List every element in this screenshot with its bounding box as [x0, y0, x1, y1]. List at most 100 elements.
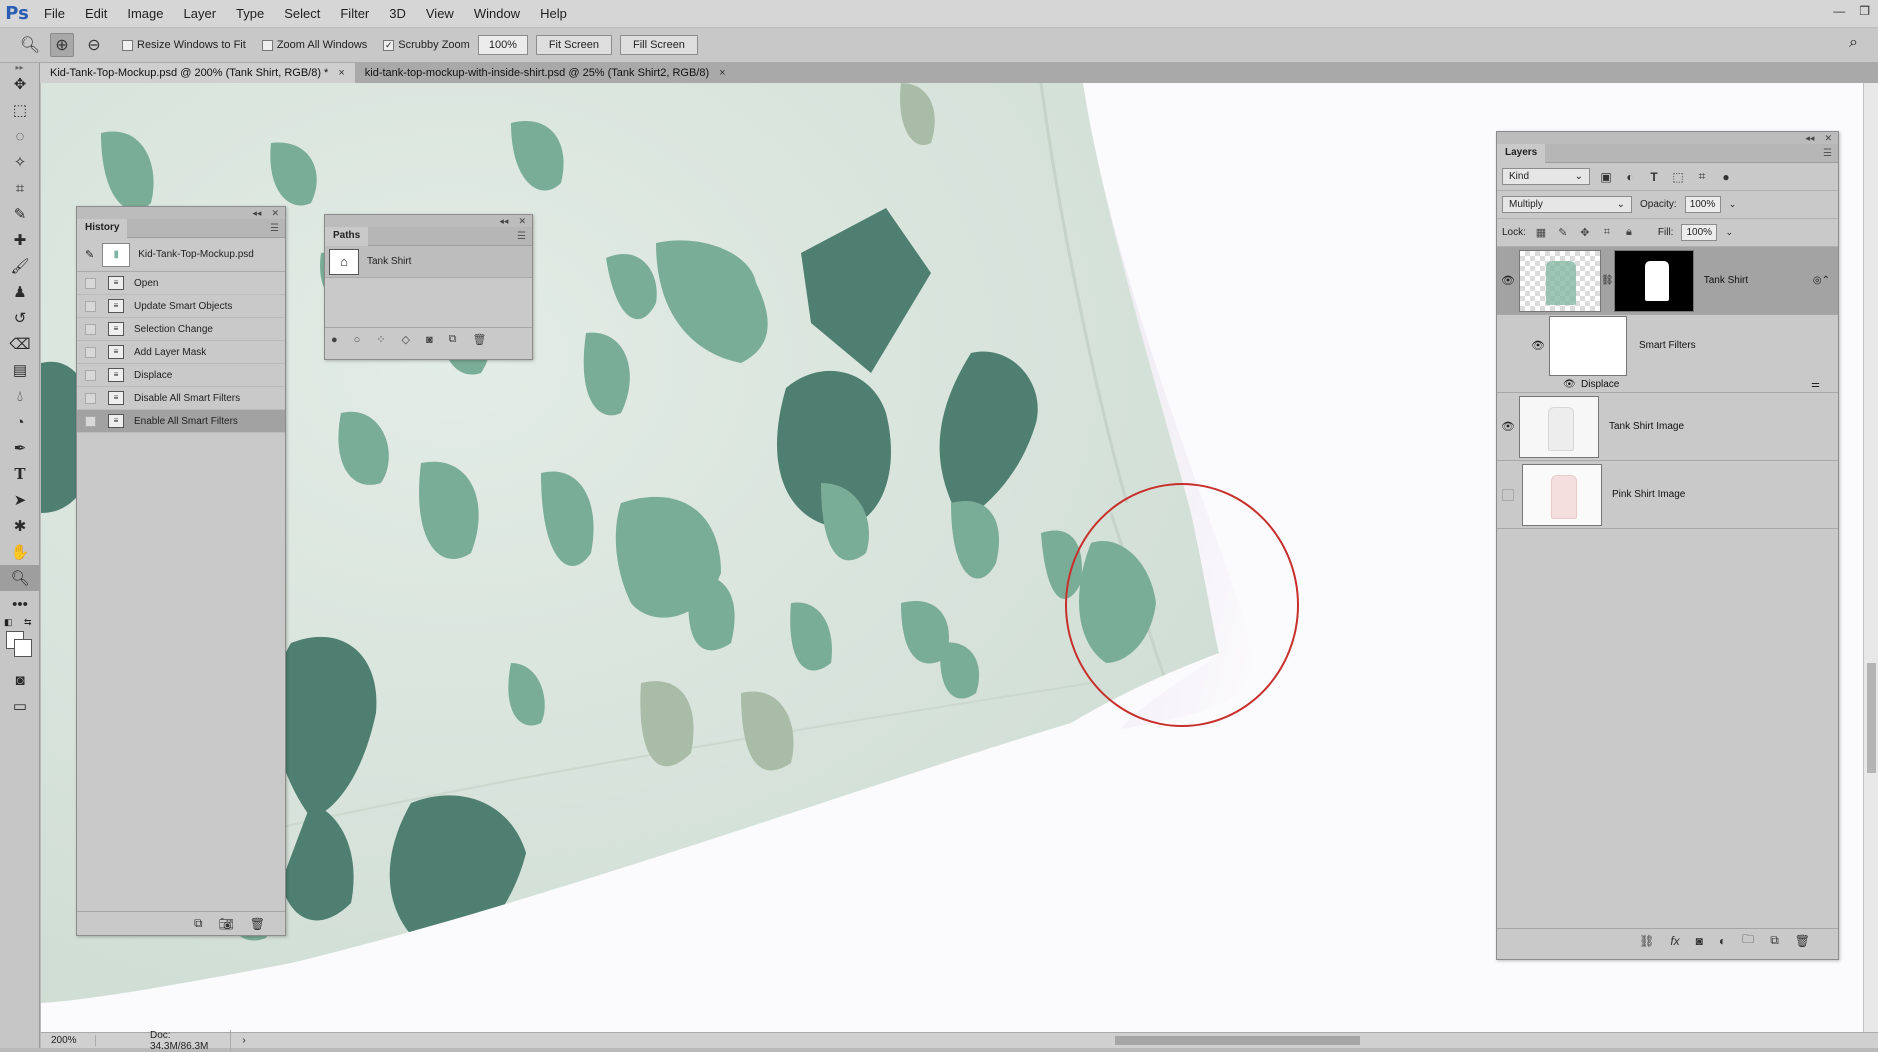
- load-path-as-selection-icon[interactable]: ⁘: [376, 333, 385, 346]
- zoom-percent-field[interactable]: 100%: [477, 35, 528, 55]
- new-path-icon[interactable]: ⧉: [449, 333, 457, 346]
- history-source-checkbox[interactable]: [85, 415, 96, 427]
- chevron-down-icon[interactable]: ⌄: [1725, 227, 1733, 238]
- move-tool-icon[interactable]: ✥: [0, 71, 40, 97]
- layer-smart-filters[interactable]: 👁︎ Smart Filters 👁︎ Displace ⚌: [1497, 315, 1838, 393]
- adjustment-filter-icon[interactable]: ◐: [1622, 170, 1638, 184]
- type-filter-icon[interactable]: T: [1646, 170, 1662, 184]
- close-icon[interactable]: ×: [338, 67, 344, 79]
- zoom-tool-icon[interactable]: 🔍︎: [0, 565, 40, 591]
- fill-field[interactable]: 100%: [1681, 224, 1718, 241]
- lock-image-pixels-icon[interactable]: ✎: [1556, 226, 1570, 239]
- history-source-checkbox[interactable]: [85, 323, 96, 335]
- close-icon[interactable]: ×: [719, 67, 725, 79]
- add-layer-mask-icon[interactable]: ◙: [1696, 934, 1703, 948]
- history-source-checkbox[interactable]: [85, 369, 96, 381]
- tab-kid-tank-top-mockup-inside-shirt[interactable]: kid-tank-top-mockup-with-inside-shirt.ps…: [355, 63, 736, 83]
- menu-filter[interactable]: Filter: [330, 6, 379, 21]
- smart-filter-displace[interactable]: 👁︎ Displace ⚌: [1497, 377, 1838, 391]
- horizontal-scrollbar-thumb[interactable]: [1115, 1036, 1360, 1045]
- minimize-button[interactable]: —: [1833, 4, 1845, 18]
- fit-screen-button[interactable]: Fit Screen: [535, 35, 612, 55]
- screen-mode-icon[interactable]: ▭: [0, 693, 40, 719]
- visibility-toggle-off[interactable]: [1502, 488, 1514, 501]
- filter-toggle-icon[interactable]: ●: [1718, 170, 1734, 184]
- collapse-panel-icon[interactable]: ◂◂: [499, 216, 508, 227]
- layer-name[interactable]: Smart Filters: [1639, 340, 1696, 351]
- menu-help[interactable]: Help: [530, 6, 577, 21]
- eyedropper-tool-icon[interactable]: ✎: [0, 201, 40, 227]
- menu-select[interactable]: Select: [274, 6, 330, 21]
- new-document-from-state-icon[interactable]: ⧉: [194, 916, 203, 931]
- history-source-checkbox[interactable]: [85, 392, 96, 404]
- scrubby-zoom-checkbox[interactable]: ✓ Scrubby Zoom: [383, 39, 470, 51]
- tab-history[interactable]: History: [77, 218, 128, 238]
- menu-layer[interactable]: Layer: [174, 6, 227, 21]
- zoom-in-icon[interactable]: ⊕: [50, 33, 74, 57]
- visibility-eye-icon[interactable]: 👁︎: [1527, 339, 1549, 352]
- layer-name[interactable]: Tank Shirt Image: [1609, 421, 1684, 432]
- marquee-tool-icon[interactable]: ⬚: [0, 97, 40, 123]
- close-icon[interactable]: ✕: [518, 216, 526, 227]
- link-layers-icon[interactable]: ⛓︎: [1639, 934, 1654, 948]
- history-step-displace[interactable]: ≡ Displace: [77, 364, 285, 387]
- lock-position-icon[interactable]: ✥: [1578, 226, 1592, 239]
- layer-style-icon[interactable]: fx: [1670, 934, 1679, 948]
- history-step-selection-change[interactable]: ≡ Selection Change: [77, 318, 285, 341]
- stroke-path-icon[interactable]: ○: [354, 334, 361, 346]
- restore-button[interactable]: ❐: [1859, 4, 1870, 18]
- hand-tool-icon[interactable]: ✋: [0, 539, 40, 565]
- history-step-update-smart-objects[interactable]: ≡ Update Smart Objects: [77, 295, 285, 318]
- shape-filter-icon[interactable]: ⬚: [1670, 170, 1686, 184]
- history-step-disable-smart-filters[interactable]: ≡ Disable All Smart Filters: [77, 387, 285, 410]
- lock-transparent-pixels-icon[interactable]: ▦: [1534, 226, 1548, 239]
- zoom-all-windows-checkbox[interactable]: Zoom All Windows: [261, 39, 367, 51]
- trash-icon[interactable]: 🗑︎: [1795, 934, 1810, 948]
- collapse-panel-icon[interactable]: ◂◂: [252, 208, 261, 219]
- lasso-tool-icon[interactable]: ◌: [0, 123, 40, 149]
- history-source-checkbox[interactable]: [85, 277, 96, 289]
- pen-tool-icon[interactable]: ✒: [0, 435, 40, 461]
- crop-tool-icon[interactable]: ⌗: [0, 175, 40, 201]
- new-layer-icon[interactable]: ⧉: [1770, 933, 1779, 948]
- visibility-eye-icon[interactable]: 👁︎: [1497, 420, 1519, 433]
- default-colors-icon[interactable]: ◧: [4, 617, 13, 628]
- zoom-out-icon[interactable]: ⊖: [82, 33, 106, 57]
- close-icon[interactable]: ✕: [271, 208, 279, 219]
- blend-mode-select[interactable]: Multiply ⌄: [1502, 196, 1632, 213]
- tab-paths[interactable]: Paths: [325, 226, 369, 246]
- magic-wand-tool-icon[interactable]: ✧: [0, 149, 40, 175]
- status-menu-arrow-icon[interactable]: ›: [231, 1035, 257, 1046]
- visibility-eye-icon[interactable]: 👁︎: [1497, 274, 1519, 287]
- smart-filter-mask-thumbnail[interactable]: [1549, 315, 1627, 376]
- eraser-tool-icon[interactable]: ⌫: [0, 331, 40, 357]
- smart-filter-expand-icon[interactable]: ◎⌃: [1813, 275, 1830, 286]
- type-tool-icon[interactable]: T: [0, 461, 40, 487]
- brush-tool-icon[interactable]: 🖌︎: [0, 253, 40, 279]
- history-step-add-layer-mask[interactable]: ≡ Add Layer Mask: [77, 341, 285, 364]
- healing-brush-tool-icon[interactable]: ✚: [0, 227, 40, 253]
- menu-view[interactable]: View: [416, 6, 464, 21]
- camera-icon[interactable]: 📷︎: [219, 917, 234, 931]
- history-source-checkbox[interactable]: [85, 300, 96, 312]
- make-work-path-icon[interactable]: ◇: [402, 333, 410, 346]
- path-selection-tool-icon[interactable]: ➤: [0, 487, 40, 513]
- layer-tank-shirt[interactable]: 👁︎ ⛓︎ Tank Shirt ◎⌃: [1497, 247, 1838, 315]
- background-color-swatch[interactable]: [14, 639, 32, 657]
- clone-stamp-tool-icon[interactable]: ♟: [0, 279, 40, 305]
- adjustment-layer-icon[interactable]: ◐: [1719, 934, 1726, 948]
- lock-artboard-icon[interactable]: ⌗: [1600, 226, 1614, 239]
- history-source-checkbox[interactable]: [85, 346, 96, 358]
- zoom-tool-preset-icon[interactable]: 🔍︎: [18, 33, 42, 57]
- layer-mask-thumbnail[interactable]: [1613, 249, 1694, 312]
- filter-blending-options-icon[interactable]: ⚌: [1811, 379, 1820, 390]
- add-mask-icon[interactable]: ◙: [426, 334, 433, 346]
- gradient-tool-icon[interactable]: ▤: [0, 357, 40, 383]
- menu-file[interactable]: File: [34, 6, 75, 21]
- history-snapshot[interactable]: ✎ ▮ Kid-Tank-Top-Mockup.psd: [77, 238, 285, 272]
- swap-colors-icon[interactable]: ⇆: [24, 617, 32, 628]
- quick-mask-icon[interactable]: ◙: [0, 667, 40, 693]
- history-brush-tool-icon[interactable]: ↺: [0, 305, 40, 331]
- path-item-tank-shirt[interactable]: ⌂ Tank Shirt: [325, 246, 532, 278]
- fill-path-icon[interactable]: ●: [331, 334, 338, 346]
